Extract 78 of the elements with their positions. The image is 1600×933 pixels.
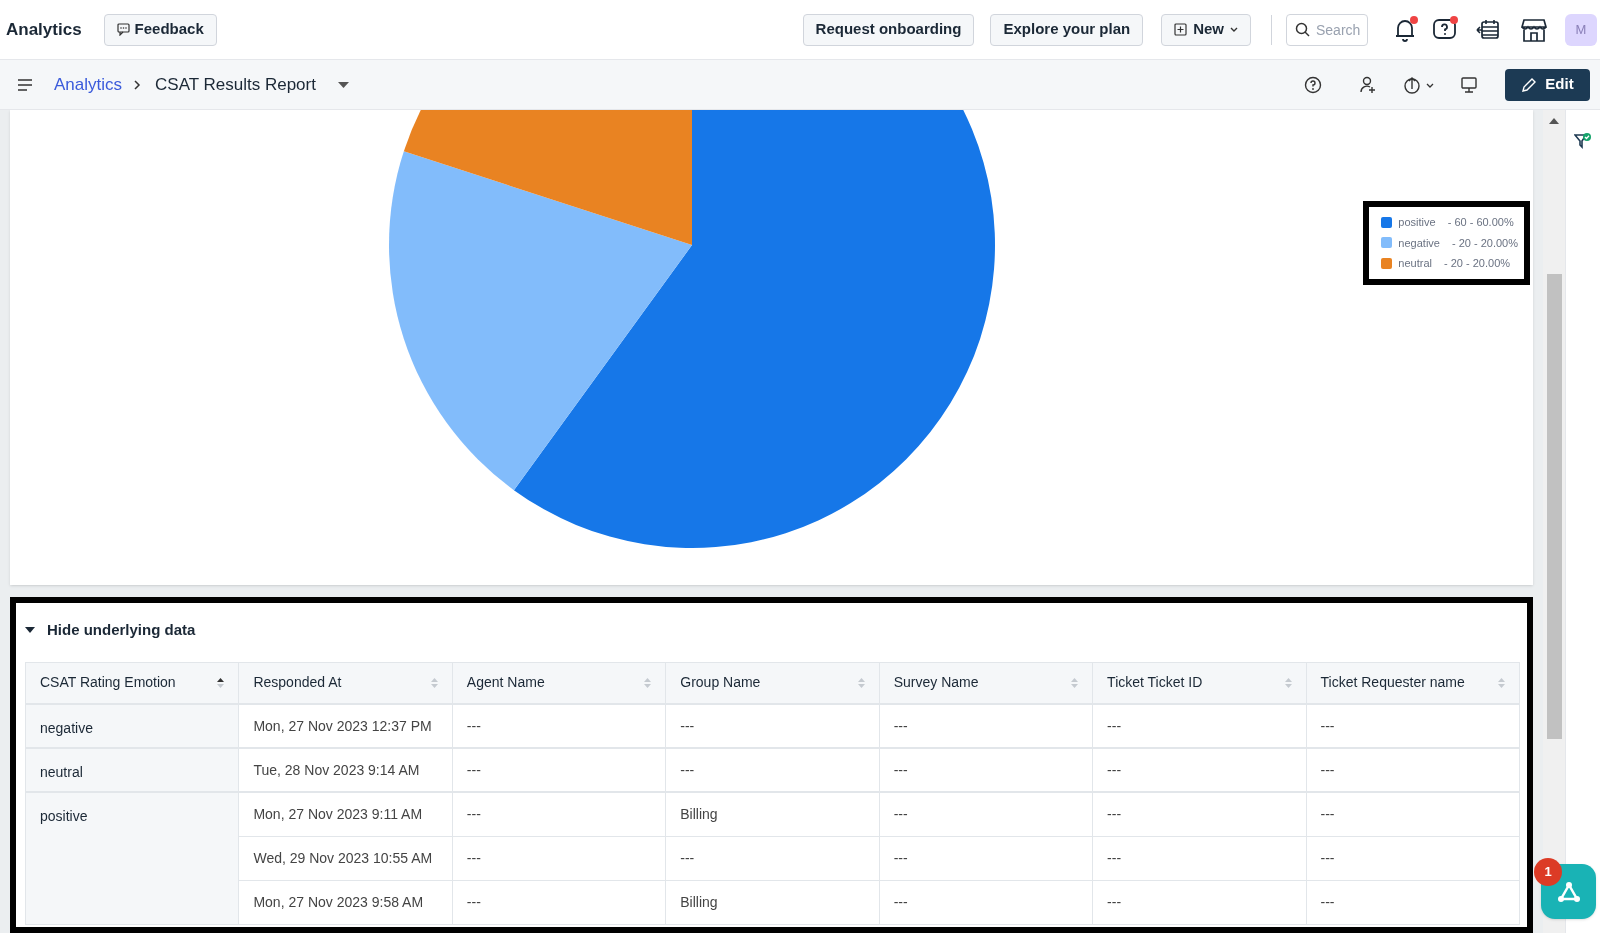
app-title: Analytics (6, 18, 82, 41)
table-cell: Billing (665, 880, 880, 924)
table-cell: --- (1306, 880, 1520, 924)
table-cell: --- (879, 880, 1093, 924)
legend-value: - 20 - 20.00% (1451, 235, 1518, 251)
legend-label: neutral (1398, 256, 1432, 271)
scroll-up-icon[interactable] (1549, 118, 1559, 124)
table-cell: --- (452, 704, 666, 748)
table-cell: --- (452, 836, 666, 880)
table-cell: Wed, 29 Nov 2023 10:55 AM (238, 836, 453, 880)
share-menu-icon[interactable] (1403, 75, 1435, 94)
column-label: CSAT Rating Emotion (40, 673, 176, 693)
column-label: Survey Name (893, 673, 979, 693)
caret-down-icon[interactable] (337, 81, 349, 88)
table-cell: positive (25, 792, 239, 924)
table-cell: --- (452, 748, 666, 792)
table-cell: --- (452, 880, 666, 924)
chevron-down-icon (1230, 27, 1238, 32)
search-icon (1295, 21, 1310, 37)
table-cell: --- (452, 792, 666, 836)
monitor-icon[interactable] (1460, 75, 1478, 94)
table-cell: --- (879, 748, 1093, 792)
table-cell: Mon, 27 Nov 2023 9:11 AM (238, 792, 453, 836)
pencil-icon (1521, 76, 1538, 93)
column-header[interactable]: Survey Name (879, 662, 1093, 704)
report-title: CSAT Results Report (155, 73, 316, 96)
help-icon[interactable] (1304, 75, 1322, 94)
table-cell: --- (879, 704, 1093, 748)
table-cell: --- (1306, 836, 1520, 880)
table-cell: --- (1092, 704, 1307, 748)
column-label: Ticket Requester name (1320, 673, 1465, 693)
table-cell: --- (1092, 748, 1307, 792)
table-cell: neutral (25, 748, 239, 792)
table-cell: --- (1092, 792, 1307, 836)
header-button[interactable]: Request onboarding (802, 13, 975, 46)
table-cell: --- (665, 836, 880, 880)
column-label: Ticket Ticket ID (1107, 673, 1203, 693)
legend-label: positive (1398, 215, 1436, 230)
legend-label: negative (1398, 235, 1440, 251)
table-cell: Mon, 27 Nov 2023 9:58 AM (238, 880, 453, 924)
table-cell: negative (25, 704, 239, 748)
column-header[interactable]: Group Name (665, 662, 880, 704)
menu-icon[interactable] (18, 78, 32, 91)
column-label: Responded At (253, 673, 342, 693)
legend-value: - 60 - 60.00% (1447, 215, 1514, 230)
column-label: Agent Name (466, 673, 545, 693)
table-cell: --- (1092, 880, 1307, 924)
plus-square-icon (1174, 23, 1188, 36)
column-label: Group Name (680, 673, 761, 693)
column-header[interactable]: Responded At (238, 662, 453, 704)
scrollbar-thumb[interactable] (1546, 274, 1562, 739)
chevron-right-icon (134, 79, 142, 90)
table-cell: Tue, 28 Nov 2023 9:14 AM (238, 748, 453, 792)
legend-value: - 20 - 20.00% (1444, 256, 1511, 271)
table-cell: --- (1306, 704, 1520, 748)
table-cell: --- (1306, 792, 1520, 836)
chat-icon (116, 23, 130, 36)
table-cell: --- (879, 836, 1093, 880)
feedback-button[interactable]: Feedback (103, 13, 217, 46)
table-cell: --- (1092, 836, 1307, 880)
edit-button[interactable]: Edit (1505, 68, 1590, 101)
table-cell: --- (665, 748, 880, 792)
new-button[interactable]: New (1161, 13, 1251, 46)
breadcrumb-link[interactable]: Analytics (54, 71, 123, 98)
search-field[interactable]: Search (1286, 13, 1368, 46)
table-cell: --- (665, 704, 880, 748)
add-person-icon[interactable] (1359, 75, 1377, 94)
storefront-icon[interactable] (1521, 16, 1547, 43)
column-header[interactable]: Agent Name (452, 662, 666, 704)
table-cell: Mon, 27 Nov 2023 12:37 PM (238, 704, 453, 748)
table-cell: --- (879, 792, 1093, 836)
header-button[interactable]: Explore your plan (990, 13, 1144, 46)
column-header[interactable]: Ticket Requester name (1306, 662, 1520, 704)
table-cell: Billing (665, 792, 880, 836)
filter-check-icon[interactable] (1574, 132, 1592, 150)
toggle-button[interactable]: Hide underlying data (25, 619, 196, 642)
column-header[interactable]: Ticket Ticket ID (1092, 662, 1307, 704)
table-cell: --- (1306, 748, 1520, 792)
